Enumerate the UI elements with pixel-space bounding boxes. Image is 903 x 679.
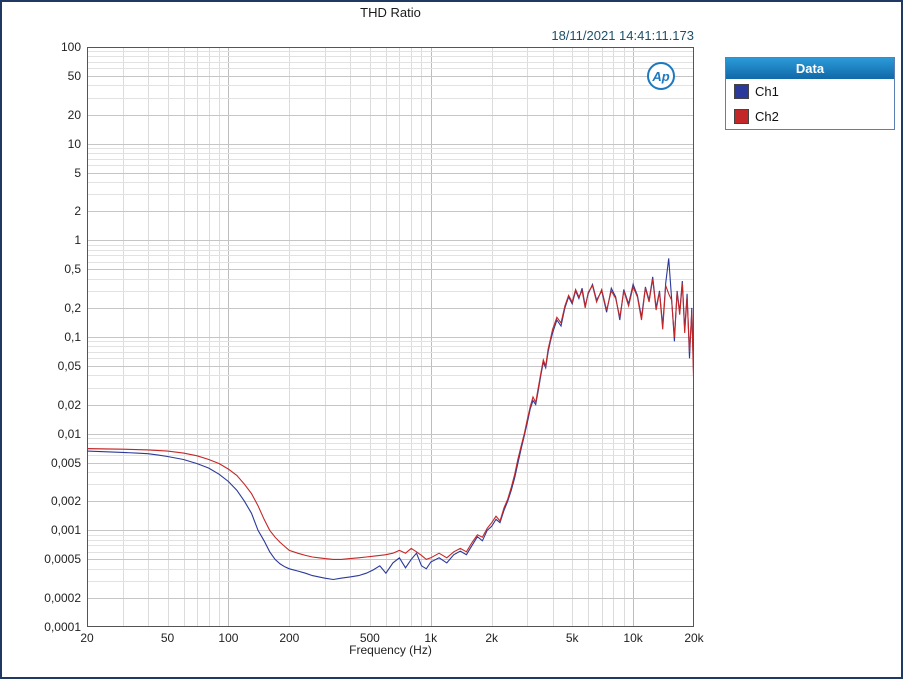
legend-item-ch2[interactable]: Ch2 (726, 104, 894, 129)
y-tick-label: 100 (60, 40, 81, 54)
x-tick-label: 20k (684, 631, 704, 645)
y-tick-label: 0,002 (50, 494, 81, 509)
y-tick-label: 0,0002 (44, 590, 81, 605)
y-tick-label: 0,05 (57, 359, 81, 374)
thd-ratio-graph-window: THD Ratio 18/11/2021 14:41:11.173 THD Ra… (0, 0, 903, 679)
y-tick-label: 20 (67, 107, 81, 122)
y-tick-label: 0,0005 (44, 552, 81, 567)
x-tick-label: 20 (80, 631, 94, 645)
legend-item-label: Ch1 (755, 84, 779, 99)
y-tick-label: 0,1 (64, 330, 81, 344)
x-tick-label: 200 (279, 631, 300, 645)
y-tick-label: 0,02 (57, 397, 81, 412)
plot-area[interactable] (87, 47, 694, 627)
x-tick-label: 1k (424, 631, 438, 645)
legend-item-ch1[interactable]: Ch1 (726, 79, 894, 104)
y-tick-label: 50 (67, 69, 81, 84)
x-tick-label: 50 (160, 631, 175, 645)
x-tick-label: 500 (359, 631, 380, 645)
measurement-timestamp: 18/11/2021 14:41:11.173 (551, 28, 694, 43)
y-tick-label: 0,01 (57, 426, 81, 441)
y-tick-label: 0,001 (50, 523, 81, 538)
x-axis-label: Frequency (Hz) (349, 643, 432, 657)
y-tick-label: 0,005 (50, 455, 81, 470)
chart-canvas[interactable] (87, 47, 694, 627)
legend-item-label: Ch2 (755, 109, 779, 124)
chart-title: THD Ratio (360, 5, 421, 20)
y-tick-label: 10 (67, 136, 81, 151)
x-tick-label: 100 (218, 631, 239, 645)
x-tick-label: 5k (565, 631, 579, 645)
legend-panel: Data Ch1 Ch2 (725, 57, 895, 130)
x-tick-label: 10k (623, 631, 643, 645)
x-tick-label: 2k (485, 631, 498, 645)
legend-header: Data (726, 58, 894, 79)
y-tick-label: 2 (74, 204, 81, 219)
ch2-color-swatch-icon (734, 109, 749, 124)
y-tick-label: 5 (74, 165, 81, 180)
y-tick-label: 0,5 (64, 262, 81, 277)
ch1-color-swatch-icon (734, 84, 749, 99)
audio-precision-logo-icon: Ap (647, 62, 675, 90)
y-tick-label: 0,2 (64, 300, 81, 315)
y-tick-label: 1 (74, 233, 81, 248)
y-tick-label: 0,0001 (44, 620, 81, 634)
